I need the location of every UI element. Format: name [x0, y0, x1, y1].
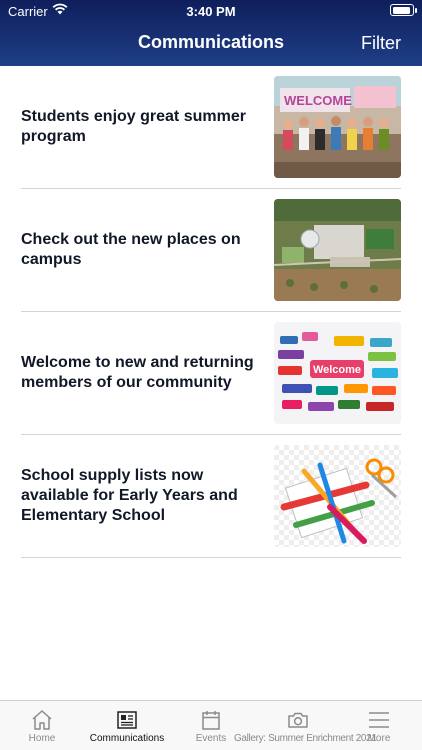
welcome-image-text: Welcome: [313, 364, 361, 376]
page-title: Communications: [137, 32, 284, 52]
aerial-campus-icon: [274, 199, 401, 301]
tab-label: Home: [28, 733, 56, 744]
group-photo-icon: WELCOME TO: [274, 76, 401, 178]
camera-icon: [288, 712, 308, 728]
status-bar: Carrier 3:40 PM: [0, 0, 422, 22]
house-icon: [32, 710, 52, 730]
tab-more[interactable]: More: [362, 701, 396, 750]
calendar-icon: [202, 711, 220, 730]
tab-label: More: [367, 733, 391, 744]
list-item[interactable]: Welcome to new and returning members of …: [21, 312, 401, 435]
school-supplies-icon: [274, 445, 401, 547]
newspaper-icon: [117, 711, 137, 729]
tab-label: Communications: [89, 733, 165, 744]
status-time: 3:40 PM: [186, 4, 236, 19]
tab-bar: Home Communications Events Gallery: Summ…: [0, 700, 422, 750]
tab-home[interactable]: Home: [14, 701, 70, 750]
post-title: Students enjoy great summer program: [21, 108, 246, 145]
tab-communications[interactable]: Communications: [84, 701, 170, 750]
welcome-speech-bubbles-icon: Welcome: [274, 322, 401, 424]
communications-list: Students enjoy great summer program WELC…: [0, 66, 422, 558]
list-item[interactable]: Check out the new places on campus: [21, 189, 401, 312]
filter-button[interactable]: Filter: [361, 33, 401, 54]
tab-gallery[interactable]: Gallery: Summer Enrichment 2021: [234, 701, 377, 750]
menu-icon: [369, 712, 389, 728]
battery-icon: [390, 4, 417, 16]
post-title: Welcome to new and returning members of …: [21, 354, 254, 391]
tab-events[interactable]: Events: [188, 701, 234, 750]
list-item[interactable]: School supply lists now available for Ea…: [21, 435, 401, 558]
list-item[interactable]: Students enjoy great summer program WELC…: [21, 66, 401, 189]
post-title: School supply lists now available for Ea…: [21, 467, 238, 524]
app-header: Carrier 3:40 PM Communications Filter: [0, 0, 422, 66]
tab-label: Events: [195, 733, 227, 744]
tab-label: Gallery: Summer Enrichment 2021: [234, 733, 377, 744]
post-title: Check out the new places on campus: [21, 231, 241, 268]
